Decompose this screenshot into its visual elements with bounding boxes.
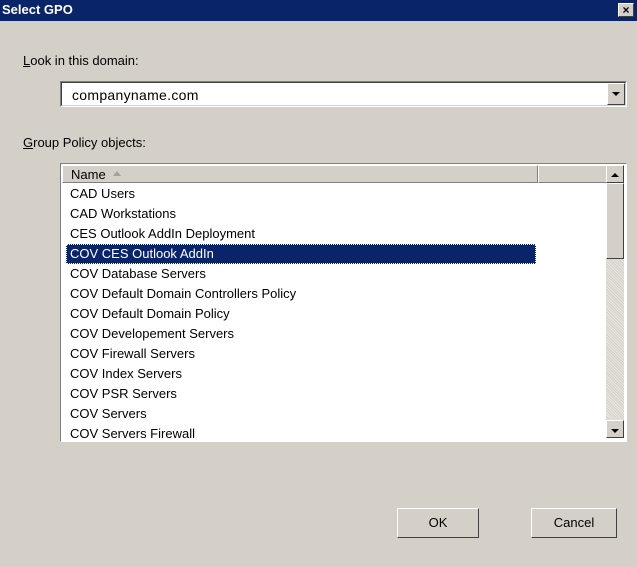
chevron-down-icon — [611, 429, 619, 433]
chevron-up-icon — [611, 173, 619, 177]
list-item[interactable]: COV Database Servers — [66, 264, 606, 284]
list-item[interactable]: COV Servers — [66, 404, 606, 424]
list-item[interactable]: COV Servers Firewall — [66, 424, 606, 441]
list-item[interactable]: COV Developement Servers — [66, 324, 606, 344]
list-item[interactable]: CAD Users — [66, 184, 606, 204]
gpo-label: Group Policy objects: — [23, 135, 146, 150]
scroll-thumb[interactable] — [606, 183, 624, 259]
close-icon: × — [622, 3, 630, 17]
domain-combobox[interactable]: companyname.com — [60, 81, 627, 107]
column-header-label: Name — [71, 167, 106, 182]
list-item[interactable]: COV Default Domain Controllers Policy — [66, 284, 606, 304]
domain-dropdown-button[interactable] — [607, 83, 625, 105]
domain-label: Look in this domain: — [23, 53, 139, 68]
domain-value: companyname.com — [72, 87, 199, 103]
list-item[interactable]: COV Default Domain Policy — [66, 304, 606, 324]
list-item[interactable]: CAD Workstations — [66, 204, 606, 224]
list-item[interactable]: COV Firewall Servers — [66, 344, 606, 364]
column-header-empty — [538, 165, 606, 183]
chevron-down-icon — [612, 92, 620, 96]
scroll-down-button[interactable] — [606, 420, 624, 438]
list-item[interactable]: COV Index Servers — [66, 364, 606, 384]
sort-ascending-icon — [113, 171, 121, 176]
list-item[interactable]: COV PSR Servers — [66, 384, 606, 404]
gpo-list[interactable]: Name CAD Users CAD Workstations CES Outloo… — [60, 163, 627, 442]
close-button[interactable]: × — [618, 3, 634, 17]
list-item[interactable]: COV CES Outlook AddIn — [66, 244, 536, 264]
window-title: Select GPO — [2, 2, 73, 17]
list-item[interactable]: CES Outlook AddIn Deployment — [66, 224, 606, 244]
vertical-scrollbar[interactable] — [606, 165, 624, 438]
ok-button[interactable]: OK — [397, 508, 479, 538]
scroll-up-button[interactable] — [606, 165, 624, 183]
gpo-rows: CAD Users CAD Workstations CES Outlook Add… — [66, 184, 606, 441]
column-header-name[interactable]: Name — [62, 165, 538, 183]
cancel-button[interactable]: Cancel — [531, 508, 617, 538]
title-bar: Select GPO × — [0, 0, 637, 21]
